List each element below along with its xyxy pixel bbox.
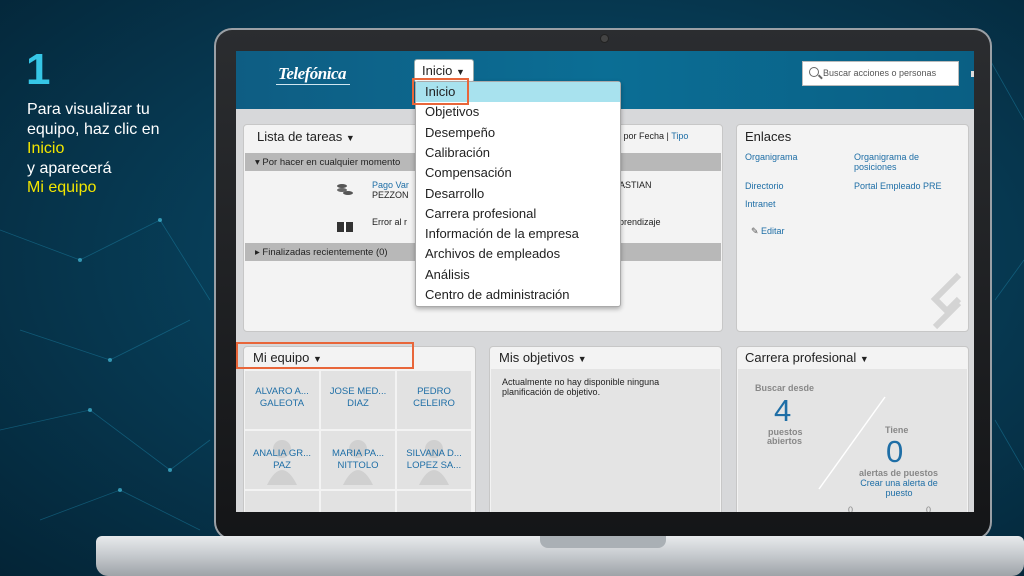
- career-bottom-left-count: 0: [848, 505, 854, 512]
- member-surname: NITTOLO: [337, 460, 379, 471]
- member-surname: DIAZ: [347, 398, 369, 409]
- open-positions-unit2: abiertos: [767, 436, 803, 446]
- member-name: SILVANA D...: [406, 448, 462, 459]
- pending-section-label: Por hacer en cualquier momento: [262, 157, 401, 168]
- search-icon: [809, 67, 819, 77]
- chevron-down-icon: ▼: [455, 67, 465, 77]
- create-alert-line1: Crear una alerta de: [860, 478, 938, 488]
- menu-item-archivos-empleados[interactable]: Archivos de empleados: [416, 244, 620, 264]
- my-objectives-title[interactable]: Mis objetivos ▼: [499, 350, 587, 365]
- caption-highlight-mi-equipo: Mi equipo: [27, 179, 97, 196]
- team-member[interactable]: ANALIA GR... PAZ: [245, 431, 319, 489]
- member-name: JOSE MED...: [329, 386, 387, 397]
- search-placeholder: Buscar acciones o personas: [823, 68, 937, 78]
- caption-line: y aparecerá: [27, 159, 112, 177]
- link-directorio[interactable]: Directorio: [745, 181, 784, 191]
- team-member[interactable]: PEDRO CELEIRO: [397, 371, 471, 429]
- menu-item-analisis[interactable]: Análisis: [416, 265, 620, 285]
- task-link-pago[interactable]: Pago Var: [372, 180, 409, 190]
- logo-underline: [276, 84, 350, 85]
- team-member[interactable]: [245, 491, 319, 512]
- sort-label: r por Fecha | Tipo: [618, 131, 688, 141]
- menu-item-desempeno[interactable]: Desempeño: [416, 123, 620, 143]
- home-button-label: Inicio: [422, 63, 453, 78]
- team-member[interactable]: [321, 491, 395, 512]
- task-error-right: prendizaje: [619, 217, 661, 227]
- highlight-box-mi-equipo: [236, 342, 414, 369]
- link-organigrama[interactable]: Organigrama: [745, 152, 798, 162]
- instruction-caption: Para visualizar tu equipo, haz clic en I…: [27, 100, 217, 198]
- task-error[interactable]: Error al r: [372, 217, 407, 227]
- task-list-title-label: Lista de tareas: [257, 129, 343, 144]
- member-surname: CELEIRO: [413, 398, 455, 409]
- member-name: ANALIA GR...: [252, 448, 312, 459]
- member-surname: PAZ: [273, 460, 291, 471]
- menu-item-informacion-empresa[interactable]: Información de la empresa: [416, 224, 620, 244]
- team-member[interactable]: MARIA PA... NITTOLO: [321, 431, 395, 489]
- objectives-empty-line1: Actualmente no hay disponible ninguna: [502, 377, 660, 387]
- done-section-label: Finalizadas recientemente (0): [262, 247, 388, 258]
- career-search-label: Buscar desde: [755, 383, 815, 393]
- menu-item-objetivos[interactable]: Objetivos: [416, 102, 620, 122]
- caption-highlight-inicio: Inicio: [27, 140, 65, 157]
- menu-item-calibracion[interactable]: Calibración: [416, 143, 620, 163]
- links-card: Enlaces Organigrama Organigrama de posic…: [736, 124, 969, 332]
- menu-item-carrera-profesional[interactable]: Carrera profesional: [416, 204, 620, 224]
- link-organigrama-posiciones[interactable]: Organigrama de posiciones: [854, 152, 944, 172]
- member-surname: LOPEZ SA...: [406, 460, 462, 471]
- laptop-notch: [540, 536, 666, 548]
- home-dropdown-menu: Inicio Objetivos Desempeño Calibración C…: [415, 81, 621, 307]
- edit-label: Editar: [761, 226, 785, 236]
- create-job-alert-link[interactable]: Crear una alerta de puesto: [854, 478, 944, 498]
- menu-item-centro-administracion[interactable]: Centro de administración: [416, 285, 620, 305]
- team-member[interactable]: [397, 491, 471, 512]
- task-person-right: ASTIAN: [619, 180, 652, 190]
- task-person: PEZZON: [372, 190, 409, 200]
- step-number: 1: [26, 45, 51, 94]
- chevron-down-icon: ▼: [577, 354, 587, 364]
- objectives-empty-line2: planificación de objetivo.: [502, 387, 601, 397]
- create-alert-line2: puesto: [885, 488, 913, 498]
- menu-item-compensacion[interactable]: Compensación: [416, 163, 620, 183]
- open-positions-count[interactable]: 4: [774, 393, 791, 429]
- job-alerts-unit: alertas de puestos: [859, 468, 939, 478]
- career-title-label: Carrera profesional: [745, 350, 857, 365]
- my-objectives-title-label: Mis objetivos: [499, 350, 575, 365]
- sort-by-type-link[interactable]: Tipo: [671, 131, 688, 141]
- my-objectives-card: Mis objetivos ▼ Actualmente no hay dispo…: [489, 346, 722, 512]
- sort-by-date[interactable]: r por Fecha |: [618, 131, 669, 141]
- link-portal-empleado[interactable]: Portal Empleado PRE: [854, 181, 942, 191]
- chevron-down-icon: ▼: [859, 354, 869, 364]
- highlight-box-inicio: [412, 78, 469, 105]
- member-surname: GALEOTA: [259, 398, 305, 409]
- edit-links-button[interactable]: ✎ Editar: [751, 226, 785, 237]
- team-member[interactable]: SILVANA D... LOPEZ SA...: [397, 431, 471, 489]
- chevron-down-icon: ▼: [345, 133, 355, 143]
- member-name: ALVARO A...: [255, 386, 309, 397]
- job-alerts-count[interactable]: 0: [886, 434, 903, 470]
- menu-item-desarrollo[interactable]: Desarrollo: [416, 184, 620, 204]
- book-icon: [337, 222, 353, 232]
- task-list-title[interactable]: Lista de tareas ▼: [257, 129, 355, 144]
- telefonica-logo[interactable]: Telefónica: [278, 64, 347, 84]
- career-title[interactable]: Carrera profesional ▼: [745, 350, 869, 365]
- webcam: [601, 35, 608, 42]
- caption-line: Para visualizar tu: [27, 101, 150, 118]
- link-intranet[interactable]: Intranet: [745, 199, 776, 209]
- watermark-icon: [930, 272, 962, 330]
- search-input[interactable]: Buscar acciones o personas: [802, 61, 959, 86]
- member-name: MARIA PA...: [331, 448, 385, 459]
- member-name: PEDRO: [417, 386, 451, 397]
- team-member[interactable]: JOSE MED... DIAZ: [321, 371, 395, 429]
- career-card: Carrera profesional ▼ Buscar desde 4 pue…: [736, 346, 969, 512]
- header-edge-mark: [971, 71, 974, 77]
- team-member[interactable]: ALVARO A... GALEOTA: [245, 371, 319, 429]
- coins-icon: [337, 184, 353, 195]
- links-title: Enlaces: [745, 129, 792, 144]
- caption-line: equipo, haz clic en: [27, 120, 160, 138]
- career-bottom-right-count: 0: [926, 505, 932, 512]
- pencil-icon: ✎: [751, 226, 762, 236]
